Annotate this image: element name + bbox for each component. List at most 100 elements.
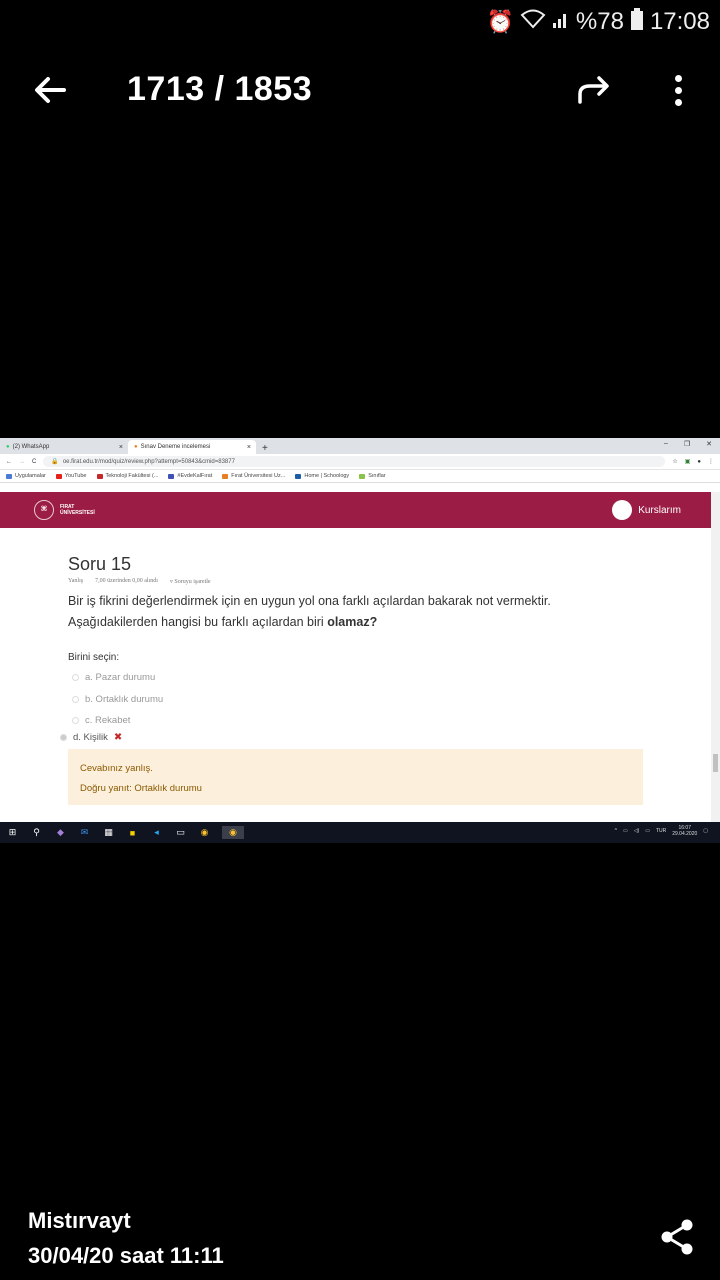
- bookmark-firat-uz[interactable]: Fırat Üniversitesi Uz...: [222, 473, 285, 479]
- option-label: c. Rekabet: [85, 715, 131, 726]
- browser-tab-bar: ● (2) WhatsApp × ● Sınav Deneme inceleme…: [0, 438, 720, 454]
- radio-button[interactable]: [72, 674, 79, 681]
- avatar[interactable]: [612, 500, 633, 520]
- url-field[interactable]: 🔒 oe.firat.edu.tr/mod/quiz/review.php?at…: [43, 456, 666, 467]
- alarm-icon: ⏰: [486, 9, 514, 34]
- sender-name: Mistırvayt: [28, 1208, 131, 1233]
- schoology-icon: [295, 473, 302, 479]
- tab-label: (2) WhatsApp: [12, 444, 50, 450]
- close-window-icon[interactable]: ✕: [706, 440, 712, 448]
- minimize-icon[interactable]: –: [664, 440, 668, 448]
- mail-icon[interactable]: ✉: [78, 826, 91, 839]
- option-label: b. Ortaklık durumu: [85, 694, 164, 705]
- bookmark-siniflar[interactable]: Sınıflar: [359, 473, 386, 479]
- question-score: 7,00 üzerinden 0,00 alındı: [95, 578, 158, 584]
- store-icon[interactable]: ▦: [102, 826, 115, 839]
- question-title: Soru 15: [68, 554, 132, 574]
- back-icon[interactable]: ←: [6, 459, 12, 465]
- university-logo[interactable]: ⌘ FIRAT ÜNİVERSİTESİ: [34, 500, 95, 520]
- bookmark-teknoloji[interactable]: Teknoloji Fakültesi (...: [96, 473, 158, 479]
- question-text: Bir iş fikrini değerlendirmek için en uy…: [68, 591, 551, 633]
- battery-icon: [630, 8, 644, 36]
- option-label: a. Pazar durumu: [85, 672, 156, 683]
- menu-icon[interactable]: ⋮: [708, 458, 714, 465]
- language-indicator[interactable]: TUR: [656, 828, 666, 834]
- profile-icon[interactable]: ●: [697, 459, 701, 465]
- chrome-icon[interactable]: ◉: [198, 826, 211, 839]
- classroom-icon: [359, 473, 366, 479]
- reload-icon[interactable]: C: [32, 459, 36, 465]
- page-scrollbar[interactable]: [711, 492, 720, 822]
- youtube-icon: [55, 473, 62, 479]
- question-text-prefix: Aşağıdakilerden hangisi bu farklı açılar…: [68, 615, 328, 629]
- forward-nav-icon[interactable]: →: [19, 459, 25, 465]
- feedback-wrong: Cevabınız yanlış.: [80, 763, 153, 774]
- windows-start-icon[interactable]: ⊞: [6, 826, 19, 839]
- windows-taskbar: ⊞ ⚲ ◆ ✉ ▦ ■ ◂ ▭ ◉ ◉ ^ ▭ ◁) ▭ TUR 16:07 29…: [0, 822, 720, 843]
- close-icon[interactable]: ×: [247, 444, 251, 451]
- volume-icon[interactable]: ◁): [634, 828, 640, 834]
- status-bar: ⏰ %78 17:08: [0, 0, 720, 44]
- wifi-icon: [520, 9, 546, 35]
- address-bar: ← → C 🔒 oe.firat.edu.tr/mod/quiz/review.…: [0, 454, 720, 470]
- keyboard-icon[interactable]: ▭: [645, 828, 650, 834]
- answer-option-c[interactable]: c. Rekabet: [72, 715, 130, 726]
- photos-icon[interactable]: ▭: [174, 826, 187, 839]
- radio-button-selected[interactable]: [60, 734, 67, 741]
- question-text-emphasis: olamaz?: [327, 615, 378, 629]
- new-tab-icon[interactable]: +: [256, 443, 274, 454]
- more-options-icon[interactable]: [664, 68, 692, 112]
- notifications-icon[interactable]: ▢: [703, 828, 708, 834]
- courses-menu[interactable]: Kurslarım: [612, 500, 681, 520]
- close-icon[interactable]: ×: [119, 444, 123, 451]
- back-arrow-icon[interactable]: [30, 70, 70, 110]
- bookmark-favicon-icon: [222, 473, 229, 479]
- sticky-notes-icon[interactable]: ■: [126, 826, 139, 839]
- answer-option-b[interactable]: b. Ortaklık durumu: [72, 694, 163, 705]
- bookmark-favicon-icon: [96, 473, 103, 479]
- bookmark-evdekal[interactable]: #EvdeKalFırat: [168, 473, 212, 479]
- tray-chevron-icon[interactable]: ^: [615, 828, 617, 834]
- radio-button[interactable]: [72, 717, 79, 724]
- bookmarks-bar: Uygulamalar YouTube Teknoloji Fakültesi …: [0, 470, 720, 483]
- browser-tab-quiz[interactable]: ● Sınav Deneme incelemesi ×: [128, 440, 256, 454]
- feedback-correct-answer: Doğru yanıt: Ortaklık durumu: [80, 783, 202, 794]
- scrollbar-thumb[interactable]: [713, 754, 718, 772]
- flag-question-link[interactable]: ▿ Soruyu işaretle: [170, 578, 211, 585]
- apps-icon: [6, 473, 12, 479]
- flag-label: Soruyu işaretle: [174, 579, 211, 585]
- answer-option-d[interactable]: d. Kişilik ✖: [60, 732, 122, 743]
- maximize-icon[interactable]: ❐: [684, 440, 690, 448]
- tab-label: Sınav Deneme incelemesi: [140, 444, 211, 450]
- browser-tab-whatsapp[interactable]: ● (2) WhatsApp ×: [0, 440, 128, 454]
- chrome-active-icon[interactable]: ◉: [222, 826, 244, 839]
- star-icon[interactable]: ☆: [672, 458, 677, 465]
- network-icon[interactable]: ▭: [623, 828, 628, 834]
- taskbar-clock[interactable]: 16:07 29.04.2020: [672, 825, 697, 837]
- bookmark-label: Home | Schoology: [304, 473, 350, 479]
- message-timestamp: 30/04/20 saat 11:11: [28, 1243, 224, 1268]
- bookmark-apps[interactable]: Uygulamalar: [6, 473, 46, 479]
- bookmark-label: Uygulamalar: [15, 473, 46, 479]
- viewer-header: 1713 / 1853: [0, 60, 720, 124]
- bookmark-label: Sınıflar: [368, 473, 386, 479]
- whatsapp-icon: ●: [6, 444, 10, 450]
- forward-icon[interactable]: [574, 68, 614, 112]
- bookmark-youtube[interactable]: YouTube: [55, 473, 87, 479]
- radio-button[interactable]: [72, 696, 79, 703]
- bookmark-label: YouTube: [64, 473, 87, 479]
- desktop-screenshot: ● (2) WhatsApp × ● Sınav Deneme inceleme…: [0, 438, 720, 843]
- search-icon[interactable]: ⚲: [30, 826, 43, 839]
- bookmark-schoology[interactable]: Home | Schoology: [295, 473, 349, 479]
- extension-icon[interactable]: ▣: [685, 458, 691, 465]
- emblem-icon: ⌘: [34, 500, 54, 520]
- option-label: d. Kişilik: [73, 732, 108, 743]
- share-icon[interactable]: [660, 1218, 694, 1256]
- quiz-review-content: Soru 15 Yanlış 7,00 üzerinden 0,00 alınd…: [0, 528, 711, 822]
- vscode-icon[interactable]: ◂: [150, 826, 163, 839]
- status-time: 17:08: [649, 8, 710, 35]
- logo-line-2: ÜNİVERSİTESİ: [60, 510, 95, 516]
- system-tray: ^ ▭ ◁) ▭ TUR 16:07 29.04.2020 ▢: [615, 825, 708, 837]
- visual-studio-icon[interactable]: ◆: [54, 826, 67, 839]
- answer-option-a[interactable]: a. Pazar durumu: [72, 672, 155, 683]
